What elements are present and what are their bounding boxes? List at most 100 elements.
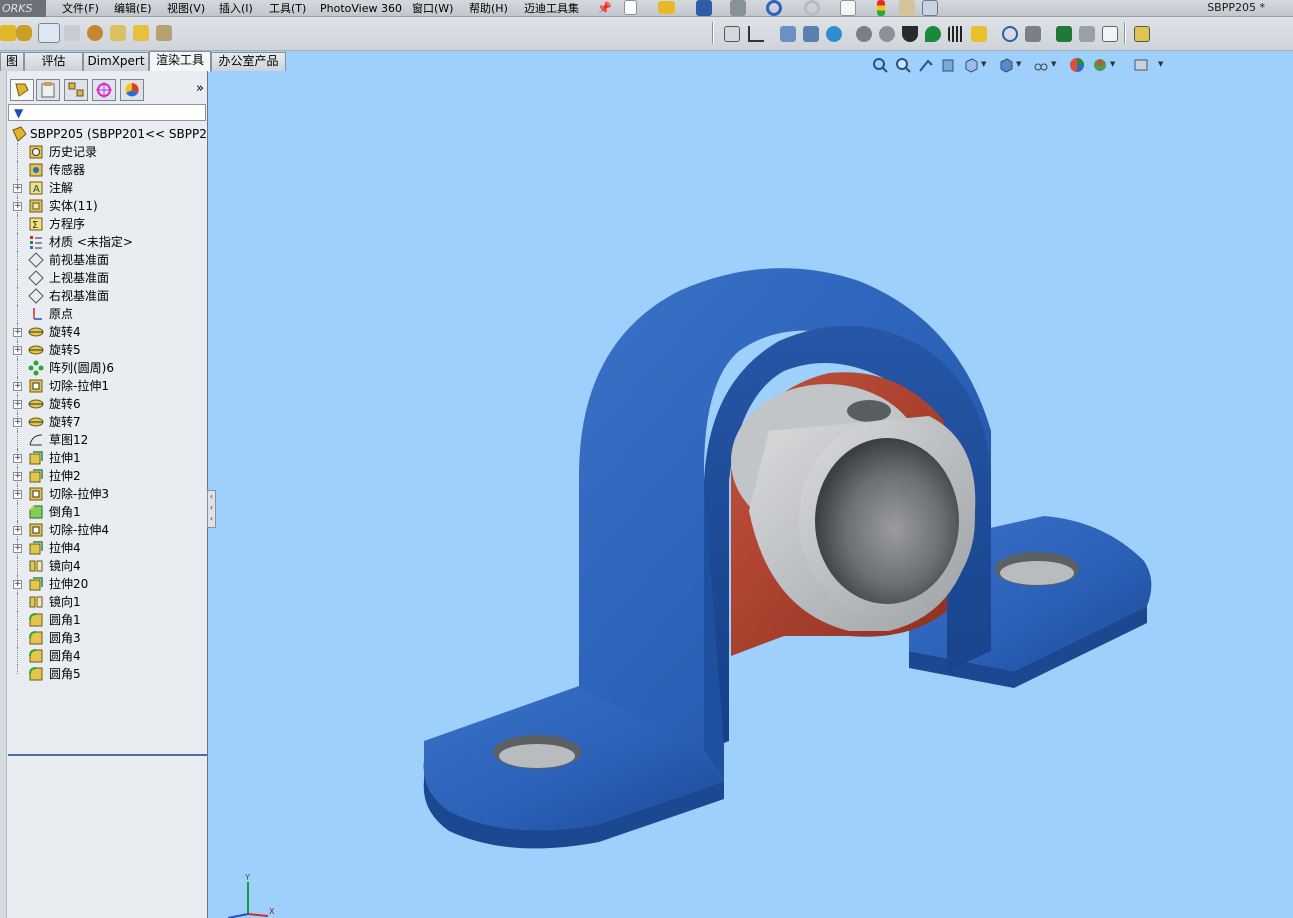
new-file-icon[interactable] bbox=[1102, 26, 1118, 42]
tree-node[interactable]: + 切除-拉伸3 bbox=[8, 485, 207, 503]
tree-node[interactable]: + 旋转4 bbox=[8, 323, 207, 341]
material-ball-icon[interactable] bbox=[87, 25, 103, 41]
apply-scene-icon[interactable] bbox=[1092, 57, 1108, 73]
gear-icon[interactable] bbox=[856, 26, 872, 42]
tree-node[interactable]: 右视基准面 bbox=[8, 287, 207, 305]
menu-window[interactable]: 窗口(W) bbox=[412, 0, 453, 17]
expand-node-icon[interactable]: + bbox=[13, 400, 22, 409]
rebuild-icon[interactable] bbox=[877, 0, 885, 16]
chevron-down-icon[interactable]: ▼ bbox=[1016, 60, 1021, 68]
previous-view-icon[interactable] bbox=[918, 57, 934, 73]
location-pin-icon[interactable] bbox=[925, 26, 941, 42]
tab-evaluate[interactable]: 评估 bbox=[24, 52, 83, 71]
save-icon[interactable] bbox=[696, 0, 712, 16]
tree-filter-input[interactable]: ▼ bbox=[8, 104, 206, 121]
tab-render-tools[interactable]: 渲染工具 bbox=[149, 51, 211, 72]
tree-node[interactable]: 历史记录 bbox=[8, 143, 207, 161]
expand-node-icon[interactable]: + bbox=[13, 472, 22, 481]
graphics-viewport[interactable] bbox=[209, 51, 1293, 918]
tree-node[interactable]: 镜向4 bbox=[8, 557, 207, 575]
display-manager-tab[interactable] bbox=[120, 79, 144, 101]
menu-tools[interactable]: 工具(T) bbox=[269, 0, 306, 17]
display-icon[interactable] bbox=[780, 26, 796, 42]
gears-icon[interactable] bbox=[879, 26, 895, 42]
expand-node-icon[interactable]: + bbox=[13, 382, 22, 391]
tree-node[interactable]: 圆角1 bbox=[8, 611, 207, 629]
tree-node[interactable]: + 实体(11) bbox=[8, 197, 207, 215]
camera-icon[interactable] bbox=[156, 25, 172, 41]
relation-icon[interactable] bbox=[748, 26, 764, 42]
options-icon[interactable] bbox=[922, 0, 938, 16]
tree-node[interactable]: + 拉伸1 bbox=[8, 449, 207, 467]
tree-node[interactable]: 前视基准面 bbox=[8, 251, 207, 269]
dimxpert-manager-tab[interactable] bbox=[92, 79, 116, 101]
view-orientation-icon[interactable] bbox=[963, 57, 979, 73]
expand-node-icon[interactable]: + bbox=[13, 418, 22, 427]
hide-show-items-icon[interactable] bbox=[1033, 57, 1049, 73]
new-document-icon[interactable] bbox=[624, 0, 637, 15]
expand-node-icon[interactable]: + bbox=[13, 184, 22, 193]
expand-node-icon[interactable]: + bbox=[13, 346, 22, 355]
property-manager-tab[interactable] bbox=[36, 79, 60, 101]
tree-node[interactable]: 上视基准面 bbox=[8, 269, 207, 287]
redo-icon[interactable] bbox=[804, 0, 820, 16]
chevron-down-icon[interactable]: ▼ bbox=[1110, 60, 1115, 68]
configuration-manager-tab[interactable] bbox=[64, 79, 88, 101]
view-settings-icon[interactable] bbox=[1133, 57, 1149, 73]
expand-panel-icon[interactable]: » bbox=[196, 81, 204, 96]
pillow-block-bearing-model[interactable] bbox=[209, 51, 1293, 918]
select-arrow-icon[interactable] bbox=[840, 0, 856, 16]
decal-icon[interactable] bbox=[133, 25, 149, 41]
file-properties-icon[interactable] bbox=[899, 0, 915, 16]
tree-node[interactable]: + 旋转5 bbox=[8, 341, 207, 359]
expand-node-icon[interactable]: + bbox=[13, 526, 22, 535]
menu-file[interactable]: 文件(F) bbox=[62, 0, 99, 17]
tree-node[interactable]: + 旋转6 bbox=[8, 395, 207, 413]
section-view-icon[interactable] bbox=[940, 57, 956, 73]
edit-appearance-icon[interactable] bbox=[1069, 57, 1085, 73]
tree-node[interactable]: + 拉伸20 bbox=[8, 575, 207, 593]
open-folder-icon[interactable] bbox=[658, 1, 675, 14]
expand-node-icon[interactable]: + bbox=[13, 490, 22, 499]
expand-node-icon[interactable]: + bbox=[13, 202, 22, 211]
tree-node[interactable]: 圆角5 bbox=[8, 665, 207, 683]
tree-node[interactable]: Σ 方程序 bbox=[8, 215, 207, 233]
render-toggle-icon[interactable] bbox=[38, 23, 60, 43]
move-icon[interactable] bbox=[971, 26, 987, 42]
globe-icon[interactable] bbox=[826, 26, 842, 42]
tree-root-part[interactable]: SBPP205 (SBPP201<< SBPP205>) bbox=[8, 125, 207, 143]
display-style-icon[interactable] bbox=[998, 57, 1014, 73]
menu-edit[interactable]: 编辑(E) bbox=[114, 0, 152, 17]
tree-node[interactable]: + 旋转7 bbox=[8, 413, 207, 431]
chevron-down-icon[interactable]: ▼ bbox=[1051, 60, 1056, 68]
tree-node[interactable]: 传感器 bbox=[8, 161, 207, 179]
tree-node[interactable]: + 切除-拉伸1 bbox=[8, 377, 207, 395]
pin-icon[interactable]: 📌 bbox=[597, 0, 612, 17]
menu-view[interactable]: 视图(V) bbox=[167, 0, 205, 17]
feature-manager-tab[interactable] bbox=[10, 79, 34, 101]
tab-sketch[interactable]: 图 bbox=[0, 52, 24, 71]
expand-node-icon[interactable]: + bbox=[13, 580, 22, 589]
chevron-down-icon[interactable]: ▼ bbox=[1158, 60, 1163, 68]
menu-help[interactable]: 帮助(H) bbox=[469, 0, 508, 17]
tree-node[interactable]: 圆角4 bbox=[8, 647, 207, 665]
dimension-icon[interactable] bbox=[724, 26, 740, 42]
rollback-bar[interactable] bbox=[8, 754, 207, 756]
menu-maidi-tools[interactable]: 迈迪工具集 bbox=[524, 0, 579, 17]
expand-node-icon[interactable]: + bbox=[13, 328, 22, 337]
print-icon[interactable] bbox=[730, 0, 746, 16]
bucket-icon[interactable] bbox=[902, 26, 918, 42]
tree-node[interactable]: + 拉伸4 bbox=[8, 539, 207, 557]
zoom-to-fit-icon[interactable] bbox=[872, 57, 888, 73]
excel-icon[interactable] bbox=[1056, 26, 1072, 42]
spring-icon[interactable] bbox=[948, 26, 964, 42]
chevron-down-icon[interactable]: ▼ bbox=[981, 60, 986, 68]
tree-node[interactable]: 倒角1 bbox=[8, 503, 207, 521]
appearance-icon[interactable] bbox=[0, 25, 16, 41]
expand-node-icon[interactable]: + bbox=[13, 544, 22, 553]
tree-node[interactable]: 圆角3 bbox=[8, 629, 207, 647]
printer-icon[interactable] bbox=[1079, 26, 1095, 42]
tree-node[interactable]: + A 注解 bbox=[8, 179, 207, 197]
tree-node[interactable]: 材质 <未指定> bbox=[8, 233, 207, 251]
tree-node[interactable]: 镜向1 bbox=[8, 593, 207, 611]
